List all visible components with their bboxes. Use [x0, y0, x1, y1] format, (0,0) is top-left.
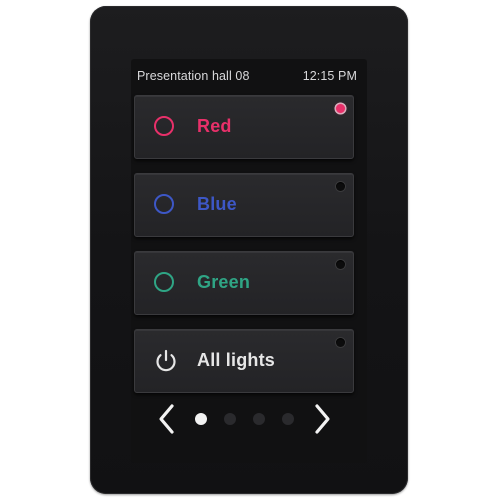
- page-dot-2[interactable]: [223, 413, 236, 425]
- page-dots: [194, 413, 294, 425]
- chevron-left-icon[interactable]: [156, 402, 178, 436]
- tile-red[interactable]: Red: [134, 95, 354, 159]
- indicator-led: [336, 260, 345, 269]
- tile-label: Red: [197, 116, 232, 136]
- page-dot-3[interactable]: [252, 413, 265, 425]
- tile-blue[interactable]: Blue: [134, 173, 354, 237]
- tile-all-lights[interactable]: All lights: [134, 329, 354, 393]
- circle-icon: [154, 116, 174, 136]
- tile-label: Green: [197, 272, 251, 292]
- tile-label: Blue: [197, 194, 237, 214]
- tile-green[interactable]: Green: [134, 251, 354, 315]
- chevron-right-icon[interactable]: [311, 402, 333, 436]
- tile-label: All lights: [197, 350, 275, 370]
- status-bar: Presentation hall 08 12:15 PM: [137, 67, 357, 85]
- indicator-led: [336, 104, 345, 113]
- touch-screen: Presentation hall 08 12:15 PM Red Blue G…: [131, 59, 367, 463]
- room-name: Presentation hall 08: [137, 69, 250, 83]
- circle-icon: [154, 272, 174, 292]
- indicator-led: [336, 182, 345, 191]
- indicator-led: [336, 338, 345, 347]
- clock: 12:15 PM: [302, 69, 357, 83]
- power-icon: [156, 349, 176, 372]
- page-navigation: [134, 397, 354, 441]
- page-dot-1[interactable]: [194, 413, 207, 425]
- page-dot-4[interactable]: [281, 413, 294, 425]
- circle-icon: [154, 194, 174, 214]
- touch-panel-device: Presentation hall 08 12:15 PM Red Blue G…: [90, 6, 408, 494]
